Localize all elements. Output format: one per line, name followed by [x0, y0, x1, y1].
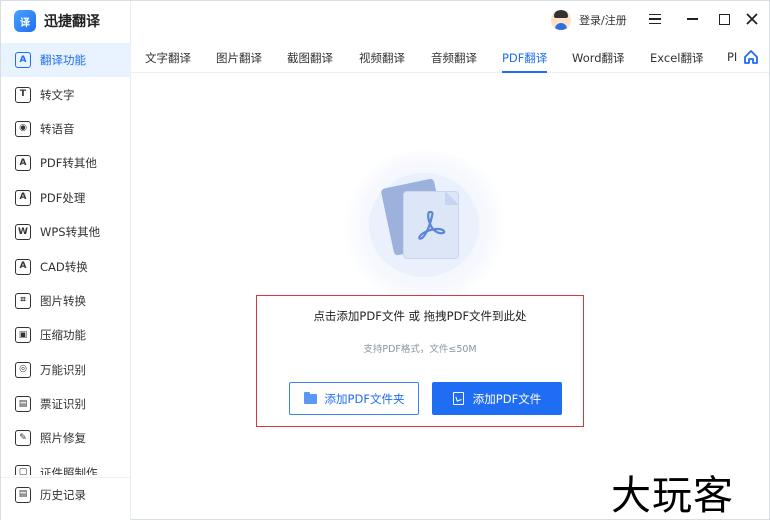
sidebar-item-label: 历史记录 [40, 487, 86, 502]
sidebar-item-label: 照片修复 [40, 431, 86, 446]
pdf-file-icon [452, 392, 464, 405]
voice-icon: ◉ [15, 120, 31, 137]
tab[interactable]: PDF翻译 [502, 45, 548, 73]
wps-convert-icon: W [15, 224, 31, 241]
sidebar-item-label: 翻译功能 [40, 53, 86, 68]
tab[interactable]: 音频翻译 [431, 45, 477, 73]
add-pdf-file-label: 添加PDF文件 [472, 391, 542, 406]
sidebar-item-label: 万能识别 [40, 362, 86, 377]
sidebar-item-label: 压缩功能 [40, 328, 86, 343]
sidebar-item-label: 图片转换 [40, 293, 86, 308]
tab[interactable]: 图片翻译 [216, 45, 262, 73]
history-icon: ▤ [15, 486, 31, 503]
maximize-icon [718, 13, 730, 25]
sidebar-item[interactable]: ⌗ 图片转换 [1, 284, 131, 318]
avatar [551, 10, 571, 30]
drop-zone-hint: 支持PDF格式，文件≤50M [363, 344, 477, 355]
translate-icon: A [15, 52, 31, 69]
sidebar-item[interactable]: ◎ 万能识别 [1, 353, 131, 387]
sidebar-item[interactable]: A 翻译功能 [1, 43, 131, 78]
tab[interactable]: 视频翻译 [359, 45, 405, 73]
close-button[interactable] [740, 7, 764, 31]
sidebar-item-label: 转文字 [40, 87, 75, 102]
sidebar-item-label: 证件照制作 [40, 465, 98, 475]
pdf-process-icon: A [15, 189, 31, 206]
feature-tabs: 文字翻译 图片翻译 截图翻译 视频翻译 音频翻译 PDF翻译 Word翻译 Excel翻译 PI [131, 45, 769, 73]
minimize-icon [686, 18, 698, 20]
menu-button[interactable] [643, 7, 667, 31]
sidebar-item[interactable]: A PDF处理 [1, 181, 131, 215]
sidebar-item[interactable]: A CAD转换 [1, 249, 131, 283]
sidebar-item[interactable]: ▢ 证件照制作 [1, 456, 131, 475]
minimize-button[interactable] [680, 7, 704, 31]
watermark-text: 大玩客 [611, 473, 734, 519]
app-name: 迅捷翻译 [44, 14, 100, 30]
sidebar-item[interactable]: ✎ 照片修复 [1, 421, 131, 455]
add-pdf-folder-button[interactable]: 添加PDF文件夹 [289, 382, 419, 415]
sidebar-item[interactable]: ▣ 压缩功能 [1, 318, 131, 352]
tab[interactable]: 截图翻译 [287, 45, 333, 73]
tab[interactable]: Excel翻译 [650, 45, 703, 73]
sidebar-nav: A 翻译功能 T 转文字 ◉ 转语音 A PDF转其他 A PDF处理 W WPS转其他 A CAD转换 ⌗… [1, 43, 131, 475]
title-bar: 登录/注册 [131, 1, 769, 41]
sidebar-item-label: PDF转其他 [40, 156, 97, 171]
add-pdf-folder-label: 添加PDF文件夹 [324, 391, 405, 406]
tab[interactable]: Word翻译 [572, 45, 625, 73]
pdf-drop-zone[interactable]: 点击添加PDF文件 或 拖拽PDF文件到此处 支持PDF格式，文件≤50M 添加… [256, 295, 584, 427]
close-icon [746, 13, 758, 25]
pdf-logo-icon [418, 210, 446, 240]
drop-zone-title: 点击添加PDF文件 或 拖拽PDF文件到此处 [313, 309, 527, 323]
hamburger-icon [649, 14, 661, 24]
compress-icon: ▣ [15, 327, 31, 344]
app-logo-icon: 译 [14, 10, 36, 32]
login-button[interactable]: 登录/注册 [551, 8, 627, 32]
ocr-icon: ◎ [15, 361, 31, 378]
ticket-ocr-icon: ▤ [15, 396, 31, 413]
home-icon[interactable] [743, 49, 759, 65]
sidebar-item[interactable]: W WPS转其他 [1, 215, 131, 249]
id-photo-icon: ▢ [15, 464, 31, 475]
add-pdf-file-button[interactable]: 添加PDF文件 [432, 382, 562, 415]
sidebar-item-label: CAD转换 [40, 259, 88, 274]
app-window: 译 迅捷翻译 A 翻译功能 T 转文字 ◉ 转语音 A PDF转其他 A PDF处理 W WPS转其他… [0, 0, 770, 520]
sidebar-item[interactable]: ◉ 转语音 [1, 112, 131, 146]
pdf-convert-icon: A [15, 155, 31, 172]
sidebar-item[interactable]: T 转文字 [1, 77, 131, 111]
sidebar: 译 迅捷翻译 A 翻译功能 T 转文字 ◉ 转语音 A PDF转其他 A PDF处理 W WPS转其他… [1, 1, 131, 520]
app-brand: 译 迅捷翻译 [1, 1, 131, 41]
sidebar-item-label: PDF处理 [40, 190, 86, 205]
sidebar-item-label: 票证识别 [40, 397, 86, 412]
cad-convert-icon: A [15, 258, 31, 275]
image-convert-icon: ⌗ [15, 292, 31, 309]
sidebar-item-label: WPS转其他 [40, 225, 101, 240]
sidebar-item-label: 转语音 [40, 121, 75, 136]
tab[interactable]: 文字翻译 [145, 45, 191, 73]
folder-add-icon [303, 391, 317, 404]
text-convert-icon: T [15, 86, 31, 103]
tab[interactable]: PI [727, 45, 737, 73]
sidebar-item[interactable]: A PDF转其他 [1, 146, 131, 180]
maximize-button[interactable] [712, 7, 736, 31]
photo-repair-icon: ✎ [15, 430, 31, 447]
sidebar-item-history[interactable]: ▤ 历史记录 [1, 477, 131, 511]
login-label: 登录/注册 [579, 14, 627, 27]
sidebar-item[interactable]: ▤ 票证识别 [1, 387, 131, 421]
